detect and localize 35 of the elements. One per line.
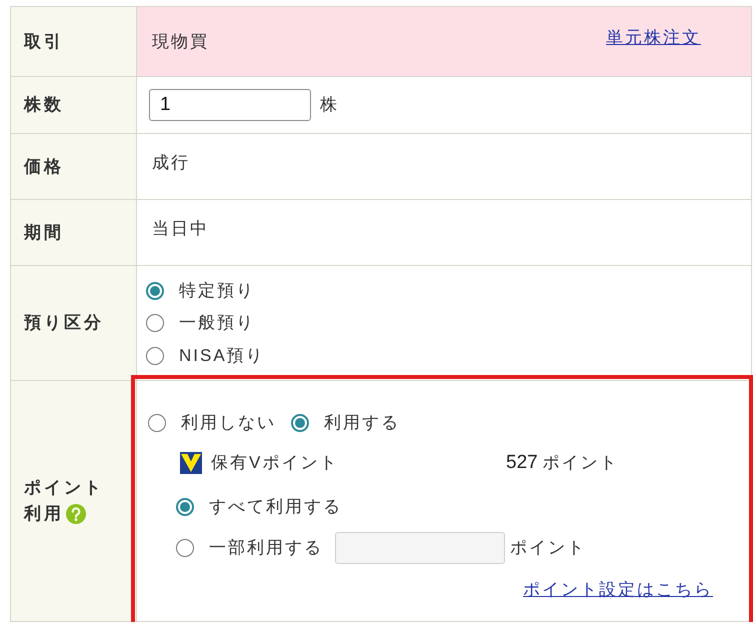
option-label[interactable]: NISA預り <box>179 344 265 366</box>
option-label[interactable]: 特定預り <box>179 280 255 302</box>
radio-button[interactable] <box>176 498 194 516</box>
radio-button[interactable] <box>148 414 166 432</box>
field-value: 現物買 <box>152 30 209 52</box>
row-label: 取引 <box>24 30 64 52</box>
help-icon[interactable] <box>66 504 86 524</box>
v-icon <box>180 452 202 474</box>
option-label[interactable]: すべて利用する <box>209 496 342 518</box>
quantity-field[interactable]: 1 <box>149 89 311 121</box>
option-label[interactable]: 一般預り <box>179 312 255 334</box>
radio-button[interactable] <box>146 314 164 332</box>
row-label: 期間 <box>24 222 64 244</box>
field-value: 当日中 <box>152 218 209 240</box>
row-label: ポイント <box>24 477 104 499</box>
row-label: 価格 <box>24 156 64 178</box>
point-unit: ポイント <box>542 452 619 474</box>
row-label: 預り区分 <box>24 312 104 334</box>
radio-button[interactable] <box>291 414 309 432</box>
option-label[interactable]: 一部利用する <box>209 537 323 559</box>
radio-button[interactable] <box>146 282 164 300</box>
option-label[interactable]: 利用する <box>324 412 400 434</box>
radio-button[interactable] <box>146 346 164 364</box>
point-unit: ポイント <box>510 537 586 559</box>
radio-button[interactable] <box>176 539 194 557</box>
field-value: 成行 <box>152 152 190 174</box>
point-balance: 527 <box>506 452 538 474</box>
balance-label: 保有Vポイント <box>211 452 340 474</box>
point-amount-field[interactable] <box>335 532 505 564</box>
option-label[interactable]: 利用しない <box>181 412 276 434</box>
point-settings-link[interactable]: ポイント設定はこちら <box>523 579 713 601</box>
unit-label: 株 <box>320 94 339 116</box>
unit-order-link[interactable]: 単元株注文 <box>606 26 701 48</box>
row-label: 株数 <box>24 94 64 116</box>
row-label: 利用 <box>24 503 64 525</box>
